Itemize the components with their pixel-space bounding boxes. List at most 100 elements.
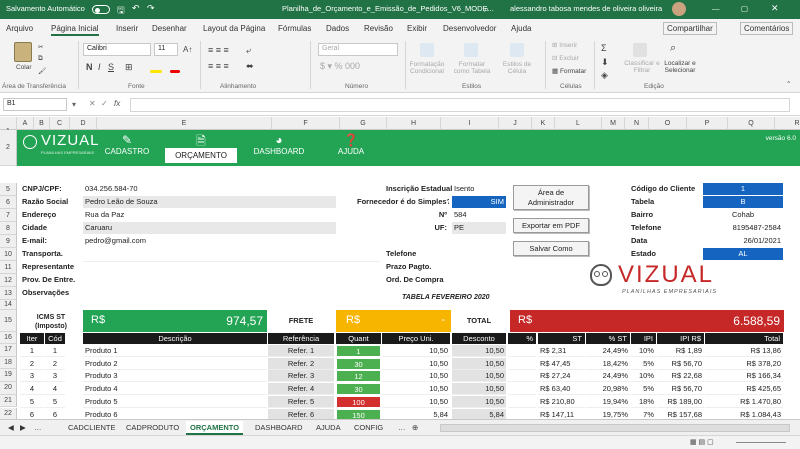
table-cell[interactable]: 24,49% — [586, 345, 630, 357]
save-icon[interactable]: 🖫 — [117, 3, 125, 19]
table-header-cell[interactable]: ST — [538, 333, 585, 344]
row-header[interactable]: 8 — [0, 222, 17, 235]
email-value[interactable]: pedro@gmail.com — [83, 235, 336, 247]
table-header-cell[interactable]: Cód — [45, 333, 65, 344]
column-header-i[interactable]: I — [441, 117, 499, 130]
bold-icon[interactable]: N — [86, 62, 93, 72]
table-cell[interactable]: 5 — [45, 396, 65, 408]
table-cell[interactable]: R$ 166,34 — [705, 370, 783, 383]
table-cell[interactable]: 4 — [45, 383, 65, 396]
data-value[interactable]: 26/01/2021 — [703, 235, 783, 247]
table-cell[interactable]: 10,50 — [452, 395, 506, 408]
row-header[interactable]: 18 — [0, 356, 17, 370]
minimize-icon[interactable]: — — [712, 4, 720, 13]
italic-icon[interactable]: I — [98, 62, 101, 72]
column-header-k[interactable]: K — [532, 117, 555, 130]
currency-icon[interactable]: $ ▾ % 000 — [320, 61, 360, 72]
save-as-button[interactable]: Salvar Como — [513, 241, 589, 256]
table-cell[interactable]: R$ 1,89 — [657, 345, 704, 357]
table-cell[interactable]: 4 — [20, 383, 44, 396]
table-cell[interactable]: Refer. 1 — [268, 345, 334, 357]
table-cell[interactable]: 10,50 — [452, 383, 506, 396]
table-header-cell[interactable]: Total — [705, 333, 783, 344]
row-header[interactable]: 6 — [0, 196, 17, 209]
row-header[interactable]: 2 — [0, 130, 17, 166]
search-icon[interactable]: ⌕ — [484, 4, 489, 15]
table-cell[interactable]: R$ 1.470,80 — [705, 396, 783, 408]
table-cell[interactable]: Refer. 6 — [268, 408, 334, 419]
format-cells[interactable]: ▦ Formatar — [552, 67, 586, 75]
table-cell[interactable]: 18,42% — [586, 358, 630, 370]
table-cell[interactable]: R$ 13,86 — [705, 345, 783, 357]
row-header[interactable]: 13 — [0, 287, 17, 300]
font-color-icon[interactable] — [170, 70, 180, 73]
table-cell[interactable]: 10,50 — [382, 383, 450, 396]
column-header-j[interactable]: J — [499, 117, 532, 130]
tabela-value[interactable]: B — [703, 196, 783, 208]
undo-icon[interactable]: ↶ — [132, 3, 140, 14]
delete-cells[interactable]: ⊟ Excluir — [552, 54, 579, 62]
table-cell[interactable]: 10,50 — [382, 370, 450, 383]
column-header-e[interactable]: E — [97, 117, 272, 130]
table-header-cell[interactable]: % — [508, 333, 536, 344]
table-cell[interactable]: Refer. 4 — [268, 383, 334, 396]
tab-config[interactable]: CONFIG — [350, 421, 387, 435]
table-cell[interactable]: R$ 378,20 — [705, 358, 783, 370]
table-header-cell[interactable]: IPI R$ — [657, 333, 704, 344]
font-grow-icon[interactable]: A↑ — [183, 45, 192, 54]
table-cell[interactable] — [508, 370, 536, 383]
quantity-cell[interactable]: 100 — [336, 395, 381, 408]
normal-view-icon[interactable]: ▦ ▤ ▢ — [690, 438, 714, 446]
quantity-cell[interactable]: 1 — [336, 345, 381, 357]
menu-revisao[interactable]: Revisão — [364, 24, 393, 33]
table-header-cell[interactable]: % ST — [586, 333, 630, 344]
table-cell[interactable]: R$ 157,68 — [657, 409, 704, 420]
table-cell[interactable]: 10,50 — [382, 396, 450, 408]
column-header-l[interactable]: L — [555, 117, 602, 130]
razao-value[interactable]: Pedro Leão de Souza — [83, 196, 336, 208]
maximize-icon[interactable]: ▢ — [741, 4, 748, 13]
number-format-box[interactable]: Geral — [318, 43, 398, 56]
table-cell[interactable] — [508, 396, 536, 408]
menu-ajuda[interactable]: Ajuda — [511, 24, 531, 33]
table-cell[interactable]: 19,75% — [586, 409, 630, 420]
row-header[interactable]: 7 — [0, 209, 17, 222]
table-cell[interactable]: R$ 189,00 — [657, 396, 704, 408]
quantity-cell[interactable]: 150 — [336, 408, 381, 419]
row-header[interactable]: 16 — [0, 332, 17, 344]
table-header-cell[interactable]: Referência — [268, 333, 334, 344]
row-header[interactable]: 20 — [0, 382, 17, 395]
comments-button[interactable]: Comentários — [740, 22, 794, 35]
endereco-value[interactable]: Rua da Paz — [83, 209, 336, 221]
row-header[interactable]: 17 — [0, 344, 17, 357]
table-cell[interactable]: 5% — [631, 358, 656, 370]
table-cell[interactable]: 5% — [631, 383, 656, 396]
clear-icon[interactable]: ◈ — [601, 70, 608, 81]
table-cell[interactable]: Produto 1 — [83, 345, 267, 357]
table-cell[interactable]: 3 — [45, 370, 65, 383]
column-header-o[interactable]: O — [649, 117, 687, 130]
format-table-label[interactable]: Formatar como Tabela — [450, 61, 494, 75]
table-cell[interactable]: 6 — [45, 409, 65, 420]
tab-ajuda[interactable]: AJUDA — [312, 421, 345, 435]
menu-pagina-inicial[interactable]: Página Inicial — [51, 24, 99, 36]
table-cell[interactable]: R$ 425,65 — [705, 383, 783, 396]
column-header-h[interactable]: H — [387, 117, 441, 130]
font-size-box[interactable]: 11 — [154, 43, 178, 56]
table-cell[interactable]: 10,50 — [452, 370, 506, 383]
estado-value[interactable]: AL — [703, 248, 783, 260]
menu-inserir[interactable]: Inserir — [116, 24, 138, 33]
name-box-dropdown-icon[interactable]: ▾ — [72, 100, 76, 109]
copy-icon[interactable]: ⧉ — [38, 55, 43, 63]
share-button[interactable]: Compartilhar — [663, 22, 717, 35]
codigo-value[interactable]: 1 — [703, 183, 783, 195]
menu-arquivo[interactable]: Arquivo — [6, 24, 33, 33]
column-header-c[interactable]: C — [50, 117, 70, 130]
table-cell[interactable]: 5,84 — [382, 409, 450, 420]
table-cell[interactable]: 7% — [631, 409, 656, 420]
row-header[interactable]: 10 — [0, 248, 17, 261]
format-painter-icon[interactable]: 🖌 — [38, 67, 46, 75]
format-table-icon[interactable] — [464, 43, 478, 57]
table-header-cell[interactable]: Preço Uni. — [382, 333, 450, 344]
avatar[interactable] — [672, 2, 686, 16]
